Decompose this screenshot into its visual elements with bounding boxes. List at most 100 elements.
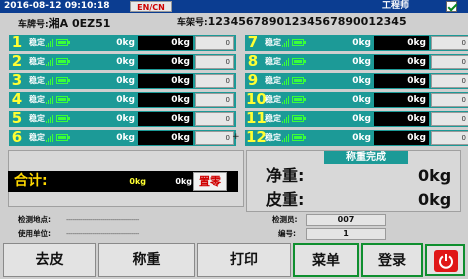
scale-row: 6 稳定 0kg 0kg 0: [9, 129, 236, 146]
scale-weight: 0kg: [116, 76, 135, 86]
battery-icon: [56, 96, 70, 103]
scale-zero-field[interactable]: 0: [195, 112, 234, 126]
scale-number: 12: [246, 128, 267, 146]
stable-status: 稳定: [29, 114, 45, 123]
stable-status: 稳定: [29, 57, 45, 66]
weigh-button[interactable]: 称重: [98, 243, 195, 277]
battery-icon: [292, 96, 306, 103]
scale-weight: 0kg: [352, 76, 371, 86]
unit-value: ------------------------------------: [66, 230, 139, 238]
signal-icon: [46, 77, 53, 85]
scale-number: 9: [247, 71, 259, 89]
scale-number: 4: [11, 90, 23, 108]
signal-icon: [282, 96, 289, 104]
tare-button[interactable]: 去皮: [3, 243, 96, 277]
separator-plus: +: [232, 132, 240, 142]
scale-row: 3 稳定 0kg 0kg 0: [9, 71, 236, 89]
scale-row: 8 稳定 0kg 0kg 0: [245, 52, 468, 70]
scale-weight: 0kg: [352, 114, 371, 124]
scale-weight-display: 0kg: [138, 36, 193, 50]
scale-weight-display: 0kg: [138, 93, 193, 107]
scale-app-window: 2016-08-12 09:10:18 EN/CN 工程师 车牌号:湘A 0EZ…: [0, 0, 468, 279]
menu-button[interactable]: 菜单: [293, 243, 359, 277]
scale-weight-display: 0kg: [374, 112, 429, 126]
power-button[interactable]: [425, 244, 465, 276]
scale-number: 5: [11, 109, 23, 127]
top-status-bar: 2016-08-12 09:10:18 EN/CN 工程师: [0, 0, 468, 13]
scale-number: 3: [11, 71, 23, 89]
station-field[interactable]: 007: [306, 214, 386, 226]
scale-row: 10 稳定 0kg 0kg 0: [245, 90, 468, 108]
scale-weight: 0kg: [116, 95, 135, 105]
code-field[interactable]: 1: [306, 228, 386, 240]
signal-icon: [282, 39, 289, 47]
scale-zero-field[interactable]: 0: [431, 36, 468, 50]
login-button[interactable]: 登录: [361, 243, 423, 277]
scale-weight: 0kg: [116, 114, 135, 124]
battery-icon: [56, 58, 70, 65]
site-label: 检测地点:: [18, 215, 51, 224]
zero-button[interactable]: 置零: [193, 172, 227, 191]
signal-icon: [282, 77, 289, 85]
scale-number: 1: [11, 33, 23, 51]
scale-zero-field[interactable]: 0: [431, 93, 468, 107]
stable-status: 稳定: [29, 38, 45, 47]
station-label: 检测员:: [272, 215, 298, 224]
scale-zero-field[interactable]: 0: [431, 112, 468, 126]
power-icon: [434, 250, 458, 272]
frame-value: 12345678901234567890012345: [207, 15, 407, 28]
scale-weight-display: 0kg: [138, 112, 193, 126]
language-toggle-button[interactable]: EN/CN: [130, 1, 172, 12]
total-value-1: 0kg: [129, 177, 146, 186]
unit-label: 使用单位:: [18, 229, 51, 238]
scale-zero-field[interactable]: 0: [431, 74, 468, 88]
scale-zero-field[interactable]: 0: [431, 55, 468, 69]
scale-row: 4 稳定 0kg 0kg 0: [9, 90, 236, 108]
total-label: 合计:: [14, 173, 48, 189]
scale-zero-field[interactable]: 0: [195, 74, 234, 88]
signal-icon: [46, 39, 53, 47]
scale-zero-field[interactable]: 0: [431, 131, 468, 145]
scale-row: 12 稳定 0kg 0kg 0: [245, 128, 468, 146]
scale-row: 7 稳定 0kg 0kg 0: [245, 33, 468, 51]
scale-number: 11: [246, 109, 267, 127]
net-weight-value: 0kg: [418, 166, 452, 185]
signal-icon: [46, 58, 53, 66]
scale-row: 11 稳定 0kg 0kg 0: [245, 109, 468, 127]
battery-icon: [292, 77, 306, 84]
scale-weight-display: 0kg: [374, 93, 429, 107]
battery-icon: [56, 39, 70, 46]
scale-zero-field[interactable]: 0: [195, 131, 234, 145]
signal-icon: [46, 96, 53, 104]
scale-zero-field[interactable]: 0: [195, 36, 234, 50]
plate-label: 车牌号:: [18, 20, 49, 30]
frame-info: 车架号:12345678901234567890012345: [177, 15, 407, 28]
plate-value: 湘A 0EZ51: [48, 17, 111, 30]
battery-icon: [292, 58, 306, 65]
scale-weight: 0kg: [116, 133, 135, 143]
check-icon[interactable]: [446, 1, 457, 12]
frame-label: 车架号:: [177, 18, 208, 28]
signal-icon: [46, 134, 53, 142]
signal-icon: [282, 58, 289, 66]
stable-status: 稳定: [265, 133, 281, 142]
scale-row: 2 稳定 0kg 0kg 0: [9, 53, 236, 70]
code-label: 编号:: [278, 229, 296, 238]
user-role: 工程师: [382, 1, 410, 11]
scale-weight-display: 0kg: [374, 131, 429, 145]
battery-icon: [56, 134, 70, 141]
scale-weight-display: 0kg: [374, 74, 429, 88]
scale-zero-field[interactable]: 0: [195, 93, 234, 107]
battery-icon: [292, 134, 306, 141]
signal-icon: [282, 134, 289, 142]
scale-weight: 0kg: [352, 38, 371, 48]
scale-zero-field[interactable]: 0: [195, 55, 234, 69]
scale-number: 10: [246, 90, 267, 108]
tare-weight-value: 0kg: [418, 190, 452, 209]
scale-weight-display: 0kg: [138, 55, 193, 69]
print-button[interactable]: 打印: [197, 243, 291, 277]
scale-number: 7: [247, 33, 259, 51]
scale-number: 8: [247, 52, 259, 70]
stable-status: 稳定: [29, 76, 45, 85]
signal-icon: [46, 115, 53, 123]
